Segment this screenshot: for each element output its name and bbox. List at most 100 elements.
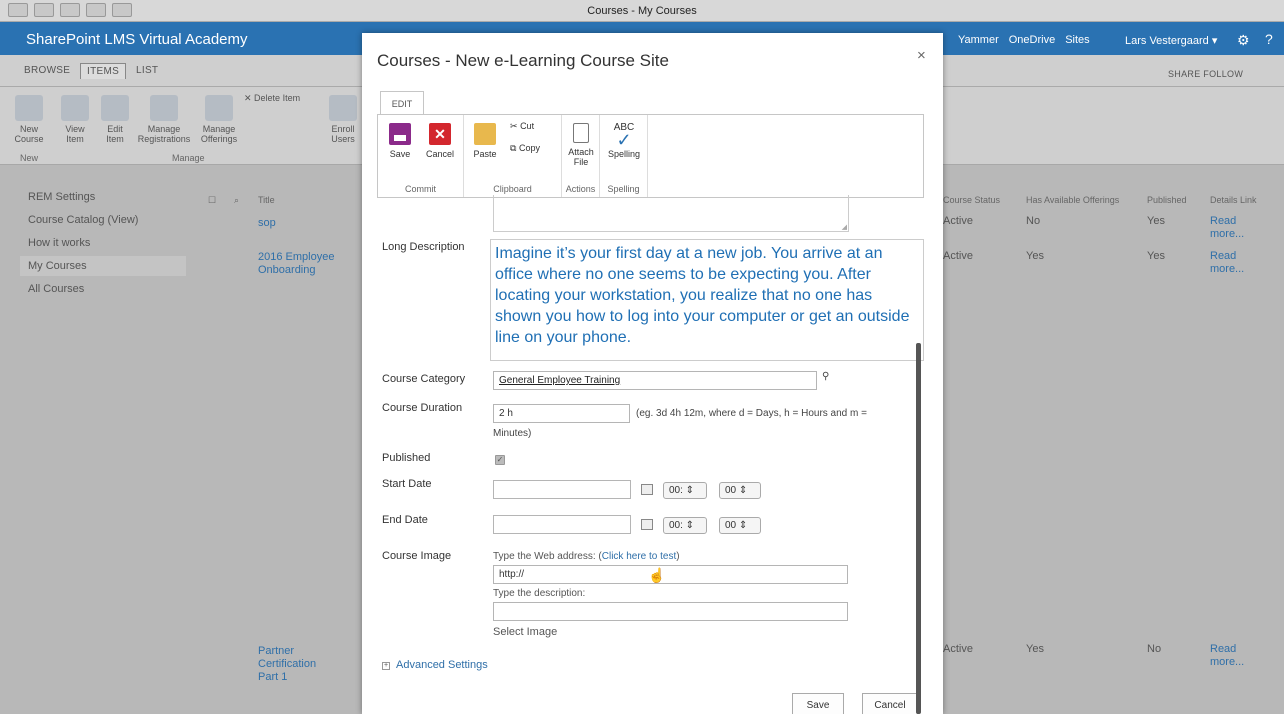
group-label-commit: Commit (405, 184, 436, 194)
tab-list[interactable]: LIST (130, 63, 164, 78)
description-prompt: Type the description: (493, 588, 586, 599)
ribbon-group-spelling: ABC ✓ Spelling Spelling (600, 115, 648, 197)
attach-file-icon (573, 123, 589, 143)
attachment-icon: ⌕ (234, 195, 240, 205)
new-course-button[interactable]: New Course (14, 95, 44, 144)
group-label-clipboard: Clipboard (493, 184, 532, 194)
cancel-button[interactable]: Cancel (862, 693, 918, 714)
nav-item-all-courses[interactable]: All Courses (28, 283, 84, 295)
course-duration-hint: (eg. 3d 4h 12m, where d = Days, h = Hour… (636, 408, 867, 419)
published-checkbox[interactable]: ✓ (495, 455, 505, 465)
start-hour-select[interactable]: 00: ⇕ (663, 482, 707, 499)
end-minute-select[interactable]: 00 ⇕ (719, 517, 761, 534)
browse-category-icon[interactable]: ⚲ (822, 367, 829, 386)
start-date-label: Start Date (382, 478, 432, 490)
copy-icon: ⧉ (510, 143, 517, 153)
enroll-users-button[interactable]: Enroll Users (328, 95, 358, 144)
click-here-to-test-link[interactable]: Click here to test (602, 551, 676, 562)
column-course-status[interactable]: Course Status (943, 195, 1000, 205)
ribbon-group-manage: Manage (172, 153, 205, 163)
web-address-prompt: Type the Web address: (Click here to tes… (493, 551, 680, 562)
end-hour-select[interactable]: 00: ⇕ (663, 517, 707, 534)
tab-browse[interactable]: BROWSE (18, 63, 76, 78)
ribbon-group-actions: Attach File Actions (562, 115, 600, 197)
save-icon (389, 123, 411, 145)
nav-item-how-it-works[interactable]: How it works (28, 237, 90, 249)
ribbon-save-button[interactable]: Save (388, 123, 412, 159)
row-read-more-link[interactable]: Read more... (1210, 250, 1260, 276)
new-course-dialog: Courses - New e-Learning Course Site × E… (362, 33, 943, 714)
row-offerings: Yes (1026, 250, 1044, 262)
row-published: No (1147, 643, 1162, 655)
view-item-icon (61, 95, 89, 121)
delete-item-button[interactable]: ✕ Delete Item (244, 93, 300, 103)
row-title-link[interactable]: 2016 Employee Onboarding (258, 251, 348, 277)
course-category-field[interactable]: General Employee Training (493, 371, 817, 390)
start-minute-select[interactable]: 00 ⇕ (719, 482, 761, 499)
edit-ribbon: Save ✕ Cancel Commit Paste ✂ Cut ⧉ Copy … (377, 114, 924, 198)
row-read-more-link[interactable]: Read more... (1210, 215, 1260, 241)
new-course-icon (15, 95, 43, 121)
column-details-link[interactable]: Details Link (1210, 195, 1257, 205)
window-title: Courses - My Courses (587, 5, 697, 17)
row-offerings: No (1026, 215, 1041, 227)
ribbon-cancel-button[interactable]: ✕ Cancel (424, 123, 456, 159)
manage-registrations-button[interactable]: Manage Registrations (136, 95, 192, 144)
suite-links: Yammer OneDrive Sites (958, 34, 1090, 46)
gear-icon[interactable]: ⚙ (1237, 32, 1250, 49)
column-offerings[interactable]: Has Available Offerings (1026, 195, 1119, 205)
suite-link-yammer[interactable]: Yammer (958, 34, 999, 46)
calendar-icon[interactable] (641, 484, 653, 495)
dialog-scrollbar[interactable] (916, 343, 921, 714)
course-image-label: Course Image (382, 550, 452, 562)
save-button[interactable]: Save (792, 693, 844, 714)
select-all-checkbox[interactable]: ☐ (208, 195, 216, 206)
attach-file-button[interactable]: Attach File (568, 123, 594, 167)
edit-item-icon (101, 95, 129, 121)
tab-edit[interactable]: EDIT (380, 91, 424, 115)
copy-button[interactable]: ⧉ Copy (510, 143, 540, 154)
row-title-link[interactable]: sop (258, 217, 276, 230)
column-published[interactable]: Published (1147, 195, 1187, 205)
registrations-icon (150, 95, 178, 121)
row-status: Active (943, 250, 973, 262)
course-duration-label: Course Duration (382, 402, 463, 414)
nav-item-my-courses[interactable]: My Courses (20, 256, 186, 276)
image-description-field[interactable] (493, 602, 848, 621)
long-description-label: Long Description (382, 241, 465, 253)
nav-item-course-catalog[interactable]: Course Catalog (View) (28, 214, 138, 226)
row-status: Active (943, 643, 973, 655)
user-menu[interactable]: Lars Vestergaard ▾ (1125, 34, 1217, 47)
image-url-field[interactable]: http:// (493, 565, 848, 584)
view-item-button[interactable]: View Item (60, 95, 90, 144)
suite-link-onedrive[interactable]: OneDrive (1009, 34, 1055, 46)
start-date-field[interactable] (493, 480, 631, 499)
tab-items[interactable]: ITEMS (80, 63, 127, 79)
site-brand[interactable]: SharePoint LMS Virtual Academy (26, 31, 248, 48)
calendar-icon[interactable] (641, 519, 653, 530)
share-follow[interactable]: SHARE FOLLOW (1168, 69, 1243, 79)
close-icon[interactable]: × (917, 47, 926, 64)
hand-cursor-icon: ☝ (648, 567, 666, 583)
edit-item-button[interactable]: Edit Item (100, 95, 130, 144)
cancel-icon: ✕ (429, 123, 451, 145)
short-description-textarea[interactable] (493, 195, 849, 232)
course-duration-field[interactable]: 2 h (493, 404, 630, 423)
manage-offerings-button[interactable]: Manage Offerings (196, 95, 242, 144)
paste-button[interactable]: Paste (472, 123, 498, 159)
long-description-editor[interactable]: Imagine it’s your first day at a new job… (490, 239, 924, 361)
row-published: Yes (1147, 250, 1165, 262)
row-status: Active (943, 215, 973, 227)
nav-item-rem-settings[interactable]: REM Settings (28, 191, 95, 203)
suite-link-sites[interactable]: Sites (1065, 34, 1089, 46)
spelling-button[interactable]: ABC ✓ Spelling (606, 123, 642, 160)
column-title[interactable]: Title (258, 195, 275, 205)
end-date-field[interactable] (493, 515, 631, 534)
advanced-settings-toggle[interactable]: + Advanced Settings (382, 659, 488, 671)
cut-button[interactable]: ✂ Cut (510, 121, 534, 132)
select-image-link[interactable]: Select Image (493, 626, 557, 638)
row-title-link[interactable]: Partner Certification Part 1 (258, 645, 328, 684)
row-read-more-link[interactable]: Read more... (1210, 643, 1260, 669)
help-icon[interactable]: ? (1265, 31, 1273, 47)
course-duration-hint-cont: Minutes) (493, 428, 532, 439)
